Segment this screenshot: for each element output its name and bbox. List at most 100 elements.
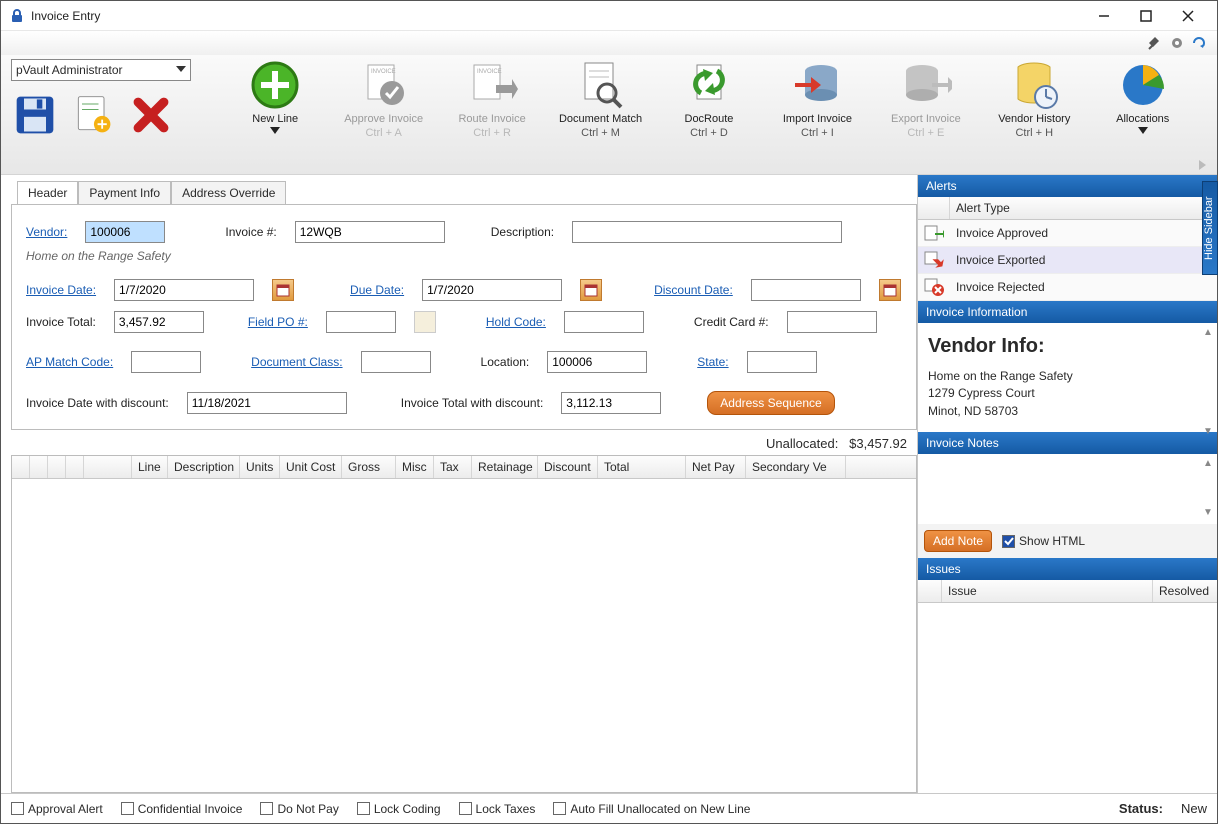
doc-class-label[interactable]: Document Class: <box>251 355 342 369</box>
import-invoice-icon <box>791 59 843 111</box>
invoice-num-input[interactable] <box>295 221 445 243</box>
tool-docroute[interactable]: DocRouteCtrl + D <box>655 59 763 139</box>
address-sequence-button[interactable]: Address Sequence <box>707 391 834 415</box>
discount-date-label[interactable]: Discount Date: <box>654 283 733 297</box>
tab-payment-info[interactable]: Payment Info <box>78 181 171 204</box>
grid-col[interactable]: Secondary Ve <box>746 456 846 478</box>
grid-col[interactable]: Description <box>168 456 240 478</box>
notes-scrollbar[interactable]: ▲▼ <box>1201 458 1215 518</box>
check-approval-alert[interactable]: Approval Alert <box>11 802 103 816</box>
field-po-lookup-icon[interactable] <box>414 311 436 333</box>
hold-code-input[interactable] <box>564 311 644 333</box>
due-date-input[interactable] <box>422 279 562 301</box>
grid-col[interactable] <box>30 456 48 478</box>
gear-icon[interactable] <box>1169 35 1185 51</box>
invoice-total-input[interactable] <box>114 311 204 333</box>
alert-row[interactable]: Invoice Exported <box>918 247 1217 274</box>
tool-allocations[interactable]: Allocations <box>1089 59 1197 139</box>
quick-access-toolbar <box>1 31 1217 55</box>
tab-address-override[interactable]: Address Override <box>171 181 286 204</box>
tool-new-line[interactable]: New Line <box>221 59 329 139</box>
ribbon-expand-icon[interactable] <box>1199 160 1209 170</box>
line-items-grid[interactable]: LineDescriptionUnitsUnit CostGrossMiscTa… <box>11 455 917 793</box>
check-lock-coding[interactable]: Lock Coding <box>357 802 441 816</box>
ap-match-input[interactable] <box>131 351 201 373</box>
close-button[interactable] <box>1167 2 1209 30</box>
tool-document-match[interactable]: Document MatchCtrl + M <box>546 59 654 139</box>
invoice-date-picker-button[interactable] <box>272 279 294 301</box>
discount-date-picker-button[interactable] <box>879 279 901 301</box>
grid-col[interactable]: Unit Cost <box>280 456 342 478</box>
grid-col[interactable]: Retainage <box>472 456 538 478</box>
new-document-button[interactable] <box>69 91 117 139</box>
grid-col[interactable] <box>66 456 84 478</box>
doc-class-input[interactable] <box>361 351 431 373</box>
hold-code-label[interactable]: Hold Code: <box>486 315 546 329</box>
tool-vendor-history[interactable]: Vendor HistoryCtrl + H <box>980 59 1088 139</box>
description-input[interactable] <box>572 221 842 243</box>
vendor-name: Home on the Range Safety <box>26 249 171 263</box>
state-input[interactable] <box>747 351 817 373</box>
grid-col[interactable]: Net Pay <box>686 456 746 478</box>
minimize-button[interactable] <box>1083 2 1125 30</box>
inv-total-disc-input[interactable] <box>561 392 661 414</box>
vendor-label[interactable]: Vendor: <box>26 225 67 239</box>
grid-col[interactable]: Total <box>598 456 686 478</box>
maximize-button[interactable] <box>1125 2 1167 30</box>
grid-col[interactable]: Tax <box>434 456 472 478</box>
grid-col[interactable] <box>48 456 66 478</box>
check-auto-fill-unallocated-on-new-line[interactable]: Auto Fill Unallocated on New Line <box>553 802 750 816</box>
grid-col[interactable]: Misc <box>396 456 434 478</box>
lock-icon <box>9 8 25 24</box>
rejected-icon <box>918 278 950 296</box>
show-html-checkbox[interactable]: Show HTML <box>1002 534 1085 548</box>
invoice-notes-header: Invoice Notes <box>918 432 1217 454</box>
header-panel: Vendor: Invoice #: Description: Home on … <box>11 204 917 430</box>
tool-approve-invoice: INVOICEApprove InvoiceCtrl + A <box>329 59 437 139</box>
notes-body: ▲▼ <box>918 454 1217 524</box>
invoice-info-header: Invoice Information <box>918 301 1217 323</box>
hide-sidebar-button[interactable]: Hide Sidebar <box>1202 181 1218 275</box>
invoice-date-input[interactable] <box>114 279 254 301</box>
add-note-button[interactable]: Add Note <box>924 530 992 552</box>
vendor-input[interactable] <box>85 221 165 243</box>
grid-col[interactable]: Discount <box>538 456 598 478</box>
check-lock-taxes[interactable]: Lock Taxes <box>459 802 536 816</box>
route-invoice-icon: INVOICE <box>466 59 518 111</box>
grid-col[interactable]: Units <box>240 456 280 478</box>
credit-card-input[interactable] <box>787 311 877 333</box>
due-date-label[interactable]: Due Date: <box>350 283 404 297</box>
state-label[interactable]: State: <box>697 355 728 369</box>
user-select[interactable]: pVault Administrator <box>11 59 191 81</box>
check-do-not-pay[interactable]: Do Not Pay <box>260 802 338 816</box>
info-scrollbar[interactable]: ▲▼ <box>1201 327 1215 437</box>
user-select-value: pVault Administrator <box>16 63 123 77</box>
due-date-picker-button[interactable] <box>580 279 602 301</box>
field-po-label[interactable]: Field PO #: <box>248 315 308 329</box>
field-po-input[interactable] <box>326 311 396 333</box>
grid-col[interactable]: Gross <box>342 456 396 478</box>
alert-row[interactable]: Invoice Approved <box>918 220 1217 247</box>
tool-import-invoice[interactable]: Import InvoiceCtrl + I <box>763 59 871 139</box>
tool-export-invoice: Export InvoiceCtrl + E <box>872 59 980 139</box>
issues-header: Issues <box>918 558 1217 580</box>
grid-col[interactable]: Line <box>132 456 168 478</box>
sidebar: Hide Sidebar Alerts Alert Type Invoice A… <box>917 175 1217 793</box>
pin-icon[interactable] <box>1147 35 1163 51</box>
save-button[interactable] <box>11 91 59 139</box>
discount-date-input[interactable] <box>751 279 861 301</box>
invoice-date-label[interactable]: Invoice Date: <box>26 283 96 297</box>
location-label: Location: <box>481 355 530 369</box>
status-bar: Approval Alert Confidential Invoice Do Not… <box>1 793 1217 823</box>
ap-match-label[interactable]: AP Match Code: <box>26 355 113 369</box>
vendor-info-heading: Vendor Info: <box>928 335 1207 358</box>
alert-row[interactable]: Invoice Rejected <box>918 274 1217 301</box>
inv-date-disc-input[interactable] <box>187 392 347 414</box>
grid-col[interactable] <box>12 456 30 478</box>
check-confidential-invoice[interactable]: Confidential Invoice <box>121 802 243 816</box>
tab-header[interactable]: Header <box>17 181 78 204</box>
refresh-icon[interactable] <box>1191 35 1207 51</box>
grid-col[interactable] <box>84 456 132 478</box>
delete-button[interactable] <box>127 91 175 139</box>
location-input[interactable] <box>547 351 647 373</box>
